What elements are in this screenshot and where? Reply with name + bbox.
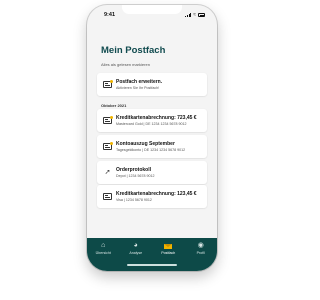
unread-dot — [110, 115, 114, 119]
message-item[interactable]: Kontoauszug September Tagesgeldkonto | D… — [97, 135, 207, 158]
tab-label: Profil — [196, 251, 205, 255]
tab-label: Analyse — [129, 251, 143, 255]
envelope-icon — [103, 141, 114, 150]
message-subtitle: Tagesgeldkonto | DE 1234 1234 5678 9012 — [116, 148, 186, 153]
home-icon: ⌂ — [101, 242, 106, 249]
page-title: Mein Postfach — [101, 45, 166, 56]
unread-dot — [110, 79, 114, 83]
tab-profile[interactable]: ◉ Profil — [188, 242, 214, 255]
mail-icon — [164, 243, 173, 249]
promo-subtitle: Aktivieren Sie Ihr Postfach! — [116, 86, 160, 91]
envelope-icon — [103, 115, 114, 124]
message-title: Kontoauszug September — [116, 140, 175, 147]
wifi-icon: ≈ — [193, 11, 196, 18]
analysis-icon: ◕ — [133, 242, 138, 249]
battery-icon — [198, 13, 205, 17]
section-label: Oktober 2021 — [101, 103, 127, 108]
message-item[interactable]: Kreditkartenabrechnung: 723,45 € Masterc… — [97, 109, 207, 132]
status-time: 9:41 — [104, 12, 116, 18]
phone-frame: 9:41 ≈ Mein Postfach Alles als gelesen m… — [87, 5, 217, 271]
chart-icon: ➚ — [104, 169, 111, 176]
message-item[interactable]: Kreditkartenabrechnung: 123,45 € Visa | … — [97, 185, 207, 208]
message-item[interactable]: ➚ Orderprotokoll Depot | 1234 5678 9012 — [97, 161, 207, 184]
profile-icon: ◉ — [197, 242, 204, 249]
message-subtitle: Mastercard Gold | DE 1234 1234 5678 9012 — [116, 122, 187, 127]
tab-mailbox[interactable]: Postfach — [155, 242, 181, 255]
message-title: Orderprotokoll — [116, 166, 152, 173]
message-subtitle: Visa | 1234 5678 9012 — [116, 198, 152, 203]
mark-all-read-link[interactable]: Alles als gelesen markieren — [101, 62, 150, 67]
promo-title: Postfach erweitern. — [116, 78, 163, 85]
home-indicator — [127, 264, 177, 266]
status-bar: 9:41 ≈ — [87, 5, 217, 25]
signal-icon — [185, 13, 192, 17]
unread-dot — [110, 141, 114, 145]
envelope-icon — [103, 193, 112, 200]
message-subtitle: Depot | 1234 5678 9012 — [116, 174, 155, 179]
tab-overview[interactable]: ⌂ Übersicht — [90, 242, 116, 255]
envelope-icon — [103, 79, 114, 88]
tab-bar: ⌂ Übersicht ◕ Analyse Postfach ◉ Profil — [87, 238, 217, 271]
tab-label: Übersicht — [95, 251, 111, 255]
tab-label: Postfach — [161, 251, 176, 255]
message-title: Kreditkartenabrechnung: 123,45 € — [116, 190, 197, 197]
status-icons: ≈ — [185, 11, 205, 18]
promo-card[interactable]: Postfach erweitern. Aktivieren Sie Ihr P… — [97, 73, 207, 96]
message-title: Kreditkartenabrechnung: 723,45 € — [116, 114, 197, 121]
tab-analysis[interactable]: ◕ Analyse — [123, 242, 149, 255]
